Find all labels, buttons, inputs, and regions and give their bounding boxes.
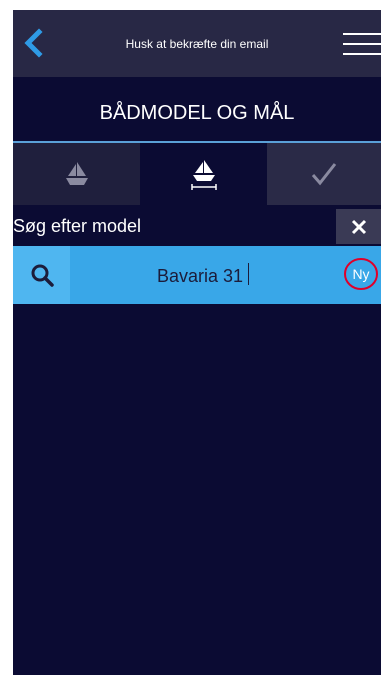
email-reminder-text: Husk at bekræfte din email (125, 37, 269, 51)
back-arrow-icon (24, 28, 43, 58)
checkmark-icon (311, 163, 337, 186)
model-search-input[interactable] (73, 246, 327, 306)
search-label: Søg efter model (13, 216, 142, 236)
close-icon (351, 219, 366, 234)
text-cursor (248, 263, 249, 285)
app-screen: Husk at bekræfte din email BÅDMODEL OG M… (13, 10, 381, 675)
page-title: BÅDMODEL OG MÅL (13, 77, 381, 150)
search-bar: Ny (13, 246, 381, 306)
new-model-label: Ny (352, 266, 370, 282)
step-tabs (13, 143, 381, 205)
top-bar: Husk at bekræfte din email (13, 10, 381, 77)
step-tab-boat[interactable] (13, 143, 140, 205)
clear-search-button[interactable] (336, 209, 381, 244)
search-button[interactable] (13, 246, 70, 304)
search-header: Søg efter model (13, 209, 381, 244)
back-button[interactable] (21, 28, 51, 58)
new-model-button[interactable]: Ny (343, 256, 379, 292)
step-tab-confirm[interactable] (267, 143, 381, 205)
menu-button[interactable] (343, 31, 381, 57)
sailboat-icon (65, 162, 88, 185)
sailboat-measure-icon (190, 160, 217, 190)
hamburger-menu-icon (343, 33, 381, 55)
step-tab-measurements[interactable] (140, 143, 267, 205)
search-icon (31, 264, 54, 287)
